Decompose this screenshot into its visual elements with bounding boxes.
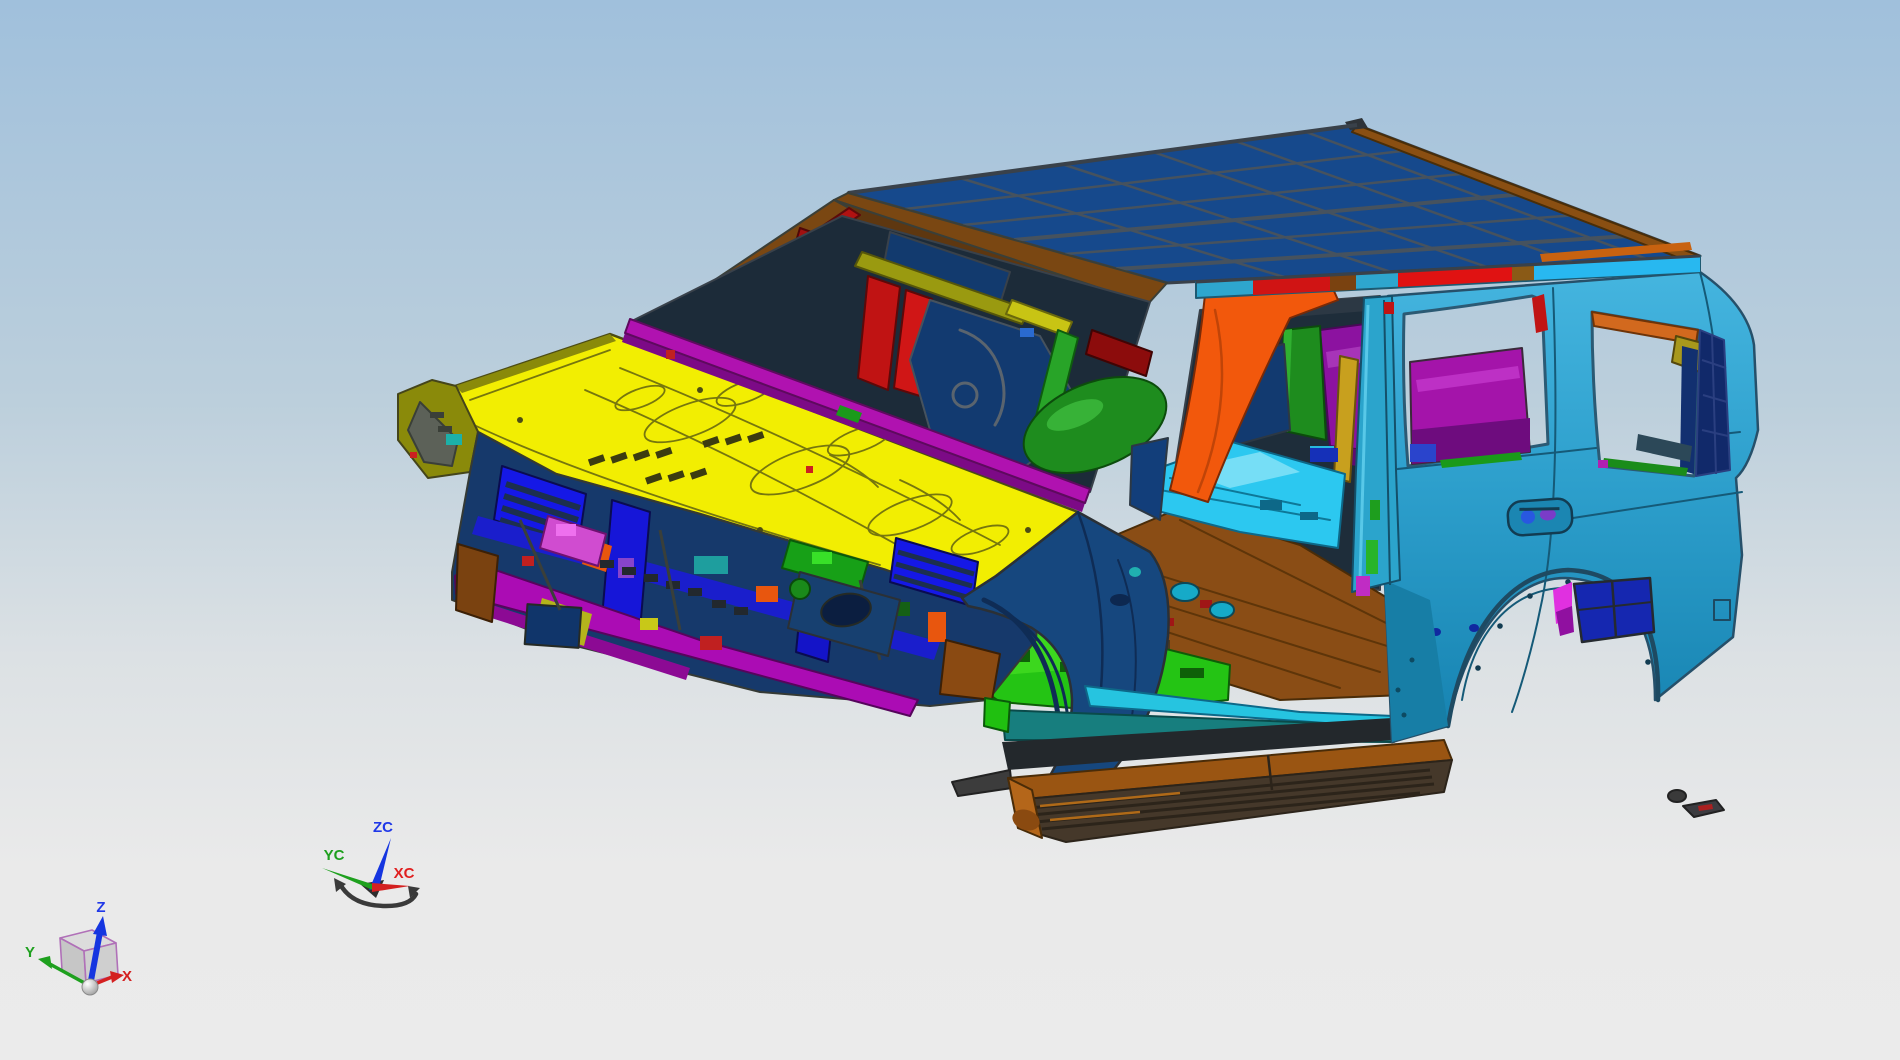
rear-door-window-opening <box>1402 294 1550 468</box>
view-triad-x-label: X <box>122 968 132 985</box>
wcs-yc-label: YC <box>324 847 345 864</box>
view-triad-z-label: Z <box>96 899 105 916</box>
quarter-window-opening <box>1590 310 1707 478</box>
tow-hook-box <box>523 603 583 649</box>
view-triad-origin-sphere[interactable] <box>81 978 99 996</box>
cad-viewport[interactable]: ZC YC XC Z Y X <box>0 0 1900 1060</box>
wcs-zc-label: ZC <box>373 819 393 836</box>
rear-wheelhouse-parts <box>1553 576 1656 644</box>
d-pillar-inner[interactable] <box>1695 329 1731 477</box>
wcs-xc-label: XC <box>394 865 415 882</box>
view-triad-y-label: Y <box>25 944 35 961</box>
door-handle-recess[interactable] <box>1506 497 1574 537</box>
